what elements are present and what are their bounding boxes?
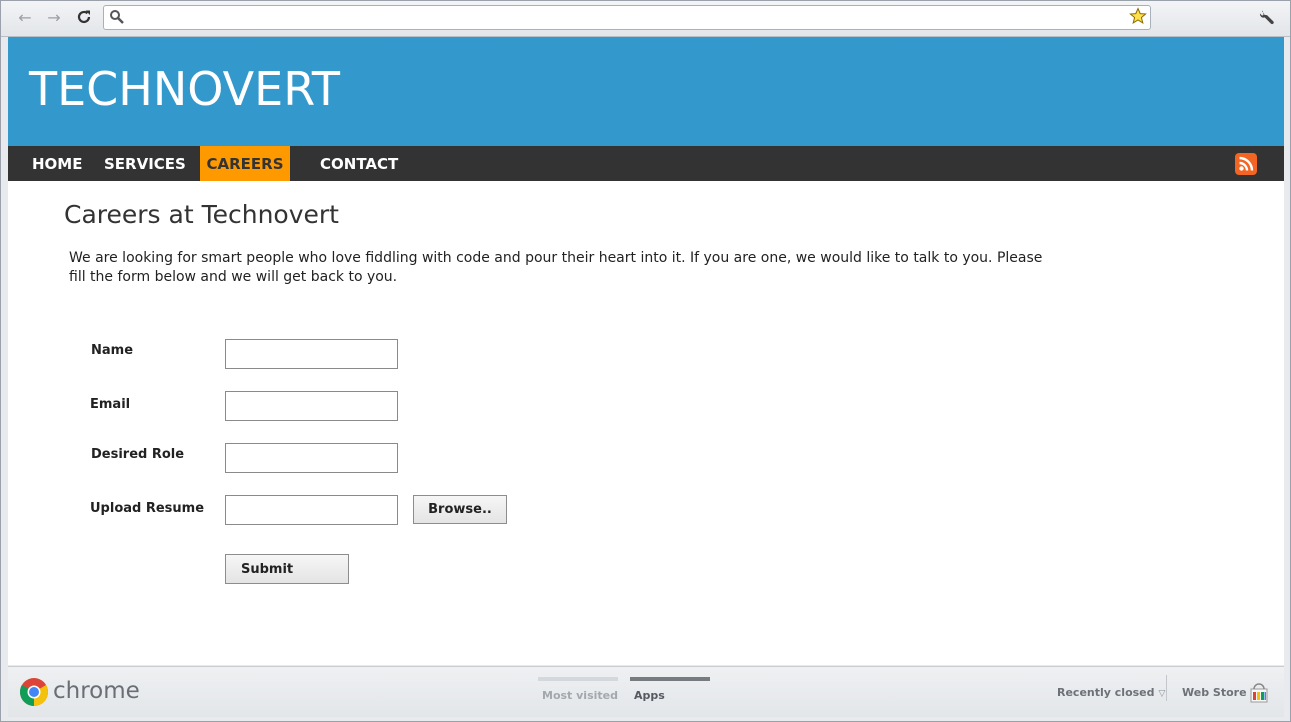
forward-arrow-icon[interactable]: → <box>44 8 64 28</box>
nav-item-careers[interactable]: CAREERS <box>200 146 290 181</box>
back-arrow-icon[interactable]: ← <box>15 8 35 28</box>
rss-icon[interactable] <box>1235 153 1257 175</box>
tab-label: Apps <box>634 689 665 702</box>
upload-resume-label: Upload Resume <box>90 501 205 516</box>
page-viewport: TECHNOVERT HOME SERVICES CAREERS CONTACT… <box>8 37 1284 665</box>
chrome-bottom-bar: chrome Most visited Apps Recently closed… <box>8 666 1284 717</box>
tab-label: Most visited <box>542 689 618 702</box>
site-logo[interactable]: TECHNOVERT <box>29 61 340 117</box>
web-store-link[interactable]: Web Store <box>1182 686 1247 699</box>
email-label: Email <box>90 397 131 412</box>
nav-item-home[interactable]: HOME <box>32 146 82 181</box>
site-nav: HOME SERVICES CAREERS CONTACT <box>8 146 1284 181</box>
chrome-logo-icon <box>19 677 49 707</box>
site-header: TECHNOVERT <box>8 37 1284 146</box>
name-field[interactable] <box>225 339 398 369</box>
nav-item-contact[interactable]: CONTACT <box>320 146 398 181</box>
browser-window: ← → TECHNOVERT HOME SERVICES CAREERS CON… <box>0 0 1291 722</box>
wrench-menu-icon[interactable] <box>1257 8 1277 28</box>
intro-text: We are looking for smart people who love… <box>69 250 1043 285</box>
chrome-wordmark: chrome <box>53 678 140 704</box>
nav-item-services[interactable]: SERVICES <box>104 146 186 181</box>
tab-indicator-active <box>630 677 710 681</box>
email-field[interactable] <box>225 391 398 421</box>
tab-indicator <box>538 677 618 681</box>
chevron-down-icon: ▽ <box>1158 689 1166 699</box>
bookmark-star-icon[interactable] <box>1129 7 1147 30</box>
recently-closed-label: Recently closed <box>1057 686 1155 699</box>
desired-role-field[interactable] <box>225 443 398 473</box>
recently-closed-menu[interactable]: Recently closed ▽ <box>1057 686 1165 699</box>
browser-toolbar: ← → <box>1 1 1290 37</box>
name-label: Name <box>91 343 134 358</box>
web-store-icon[interactable] <box>1249 683 1269 703</box>
url-input[interactable] <box>130 8 1124 29</box>
page-title: Careers at Technovert <box>64 200 339 229</box>
desired-role-label: Desired Role <box>91 447 185 462</box>
search-icon <box>109 9 125 29</box>
address-bar[interactable] <box>103 5 1151 30</box>
submit-button[interactable]: Submit <box>225 554 349 584</box>
browse-button[interactable]: Browse.. <box>413 495 507 524</box>
reload-icon[interactable] <box>74 8 94 28</box>
divider <box>1166 675 1167 701</box>
resume-path-field[interactable] <box>225 495 398 525</box>
